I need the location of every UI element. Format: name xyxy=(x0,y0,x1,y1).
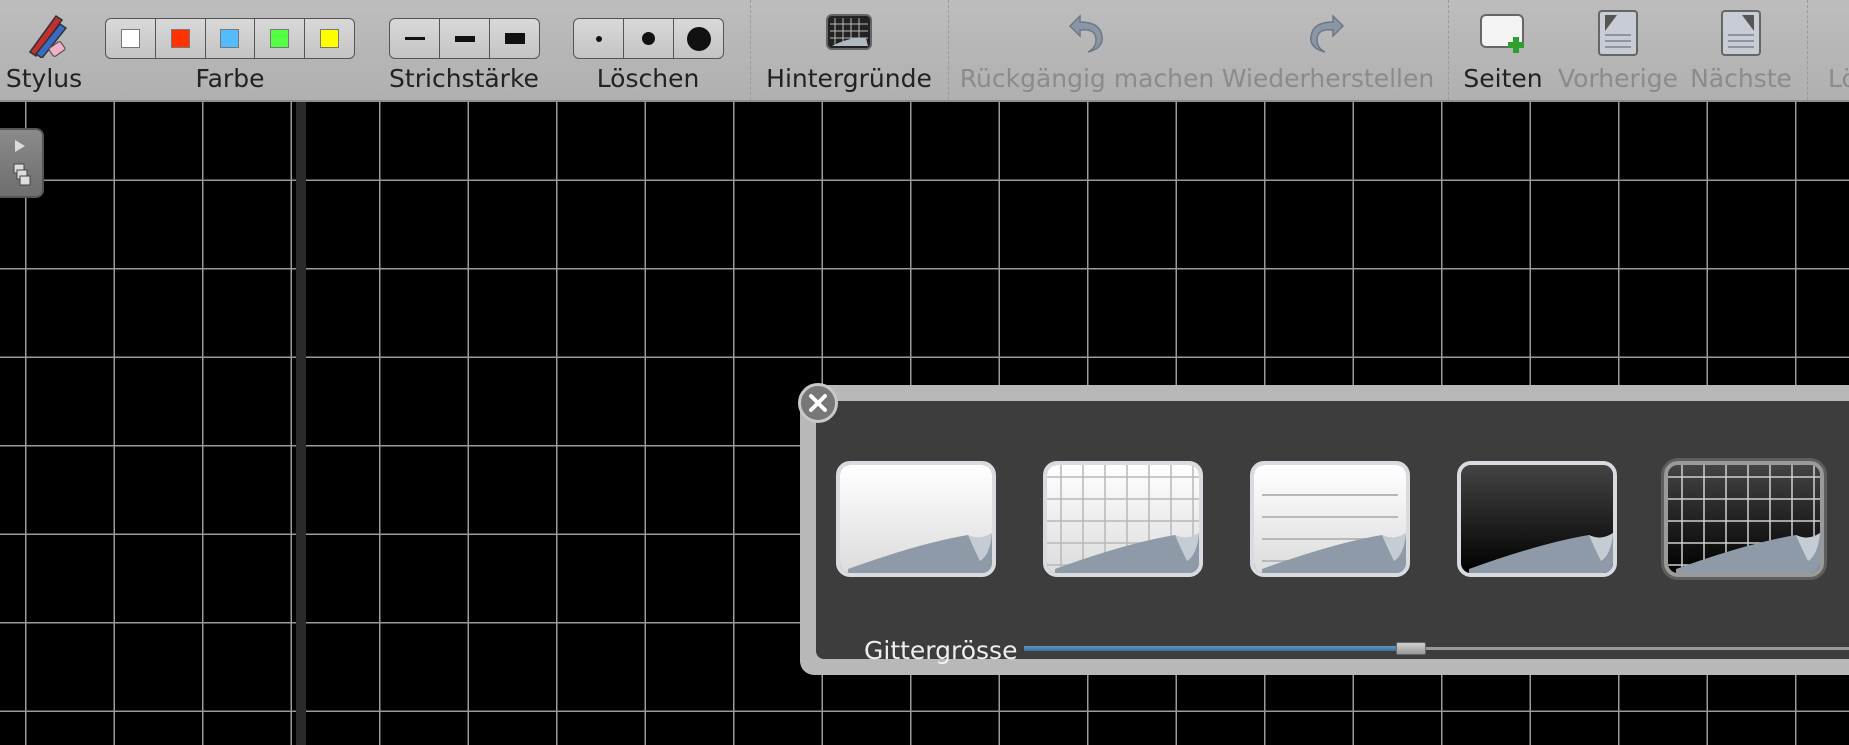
toolbar-separator xyxy=(1807,0,1809,100)
canvas-divider xyxy=(296,102,306,745)
color-swatch-chip xyxy=(170,29,190,48)
backgrounds-label[interactable]: Hintergründe xyxy=(766,64,932,93)
color-selector xyxy=(105,18,355,59)
color-swatch-chip xyxy=(220,29,240,48)
erase-label: Löschen xyxy=(596,64,700,93)
expand-arrow-icon xyxy=(15,140,25,152)
pages-label[interactable]: Seiten xyxy=(1463,64,1542,93)
eraser-large-button[interactable] xyxy=(674,19,723,58)
close-icon xyxy=(809,394,827,412)
eraser-small-button[interactable] xyxy=(574,19,624,58)
eraser-size-selector xyxy=(573,18,724,59)
pages-stack-icon xyxy=(13,163,31,186)
stylus-label[interactable]: Stylus xyxy=(6,64,82,93)
stroke-width-selector xyxy=(389,18,540,59)
grid-size-label: Gittergrösse xyxy=(864,636,1018,665)
color-swatch-chip xyxy=(270,29,290,48)
new-page-icon[interactable] xyxy=(1479,13,1529,55)
stroke-width-label: Strichstärke xyxy=(389,64,539,93)
color-swatch-3[interactable] xyxy=(206,19,256,58)
color-swatch-chip xyxy=(320,29,340,48)
background-option-black-grid[interactable] xyxy=(1664,461,1824,577)
color-label: Farbe xyxy=(195,64,265,93)
toolbar-separator xyxy=(1448,0,1450,100)
next-page-icon[interactable] xyxy=(1720,9,1762,57)
undo-icon[interactable] xyxy=(1066,10,1106,54)
eraser-medium-button[interactable] xyxy=(624,19,674,58)
grid-size-slider-handle[interactable] xyxy=(1396,642,1427,655)
color-swatch-chip xyxy=(120,29,140,48)
grid-size-slider-fill xyxy=(1024,646,1401,651)
backgrounds-palette: Gittergrösse xyxy=(798,383,1849,675)
next-label[interactable]: Nächste xyxy=(1690,64,1792,93)
color-swatch-4[interactable] xyxy=(255,19,306,58)
stroke-medium-button[interactable] xyxy=(440,19,490,58)
clear-label[interactable]: Lö xyxy=(1828,64,1849,93)
toolbar-separator xyxy=(750,0,752,100)
previous-page-icon[interactable] xyxy=(1597,9,1639,57)
redo-icon[interactable] xyxy=(1307,10,1347,54)
side-panel-toggle[interactable] xyxy=(0,128,44,198)
grid-size-slider[interactable] xyxy=(1024,642,1849,655)
backgrounds-icon[interactable] xyxy=(826,14,872,50)
background-option-black-plain[interactable] xyxy=(1457,461,1617,577)
backgrounds-palette-body: Gittergrösse xyxy=(816,401,1849,665)
stroke-thin-button[interactable] xyxy=(390,19,440,58)
redo-label[interactable]: Wiederherstellen xyxy=(1222,64,1434,93)
toolbar: Stylus Farbe Strichstärke Löschen Hinter… xyxy=(0,0,1849,102)
background-option-white-lined[interactable] xyxy=(1250,461,1410,577)
undo-label[interactable]: Rückgängig machen xyxy=(960,64,1214,93)
close-palette-button[interactable] xyxy=(798,383,838,423)
color-swatch-2[interactable] xyxy=(156,19,206,58)
previous-label[interactable]: Vorherige xyxy=(1558,64,1678,93)
stylus-icon[interactable] xyxy=(22,10,68,58)
toolbar-separator xyxy=(948,0,950,100)
background-option-white-grid[interactable] xyxy=(1043,461,1203,577)
stroke-thick-button[interactable] xyxy=(490,19,539,58)
color-swatch-1[interactable] xyxy=(106,19,156,58)
color-swatch-5[interactable] xyxy=(305,19,354,58)
background-option-white-plain[interactable] xyxy=(836,461,996,577)
